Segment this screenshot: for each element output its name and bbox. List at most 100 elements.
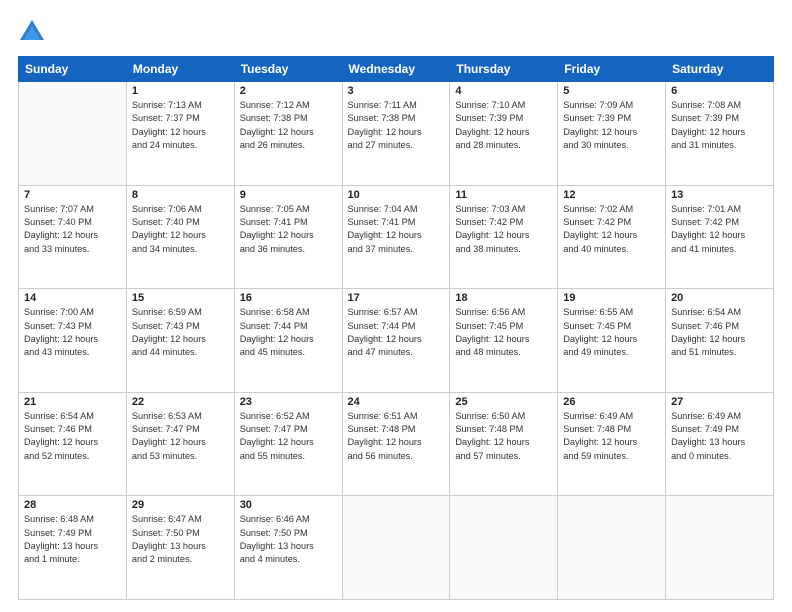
calendar-week-row: 21Sunrise: 6:54 AMSunset: 7:46 PMDayligh… <box>19 392 774 496</box>
page: SundayMondayTuesdayWednesdayThursdayFrid… <box>0 0 792 612</box>
calendar-cell: 3 Sunrise: 7:11 AMSunset: 7:38 PMDaylight… <box>342 82 450 186</box>
calendar-cell: 10 Sunrise: 7:04 AMSunset: 7:41 PMDayligh… <box>342 185 450 289</box>
day-info: Sunrise: 6:53 AMSunset: 7:47 PMDaylight:… <box>132 410 229 463</box>
calendar-cell: 9 Sunrise: 7:05 AMSunset: 7:41 PMDaylight… <box>234 185 342 289</box>
calendar-cell: 14Sunrise: 7:00 AMSunset: 7:43 PMDayligh… <box>19 289 127 393</box>
day-number: 15 <box>132 292 229 304</box>
day-info: Sunrise: 6:49 AMSunset: 7:49 PMDaylight:… <box>671 410 768 463</box>
calendar-week-row: 28 Sunrise: 6:48 AMSunset: 7:49 PMDayligh… <box>19 496 774 600</box>
day-number: 16 <box>240 292 337 304</box>
calendar-cell <box>450 496 558 600</box>
day-info: Sunrise: 7:05 AMSunset: 7:41 PMDaylight:… <box>240 203 337 256</box>
day-info: Sunrise: 7:08 AMSunset: 7:39 PMDaylight:… <box>671 99 768 152</box>
day-number: 28 <box>24 499 121 511</box>
day-info: Sunrise: 6:49 AMSunset: 7:48 PMDaylight:… <box>563 410 660 463</box>
day-number: 24 <box>348 396 445 408</box>
day-number: 13 <box>671 189 768 201</box>
calendar-cell: 11Sunrise: 7:03 AMSunset: 7:42 PMDayligh… <box>450 185 558 289</box>
day-number: 22 <box>132 396 229 408</box>
day-info: Sunrise: 6:47 AMSunset: 7:50 PMDaylight:… <box>132 513 229 566</box>
day-number: 25 <box>455 396 552 408</box>
calendar-cell <box>342 496 450 600</box>
calendar-cell: 29 Sunrise: 6:47 AMSunset: 7:50 PMDayligh… <box>126 496 234 600</box>
calendar-cell: 18Sunrise: 6:56 AMSunset: 7:45 PMDayligh… <box>450 289 558 393</box>
day-number: 18 <box>455 292 552 304</box>
header <box>18 18 774 46</box>
calendar-cell: 13 Sunrise: 7:01 AMSunset: 7:42 PMDayligh… <box>666 185 774 289</box>
day-info: Sunrise: 7:01 AMSunset: 7:42 PMDaylight:… <box>671 203 768 256</box>
day-number: 23 <box>240 396 337 408</box>
day-info: Sunrise: 7:12 AMSunset: 7:38 PMDaylight:… <box>240 99 337 152</box>
calendar-cell <box>19 82 127 186</box>
weekday-header-monday: Monday <box>126 57 234 82</box>
day-number: 12 <box>563 189 660 201</box>
calendar-cell: 22 Sunrise: 6:53 AMSunset: 7:47 PMDayligh… <box>126 392 234 496</box>
calendar-cell: 19Sunrise: 6:55 AMSunset: 7:45 PMDayligh… <box>558 289 666 393</box>
calendar-cell: 26 Sunrise: 6:49 AMSunset: 7:48 PMDayligh… <box>558 392 666 496</box>
logo-icon <box>18 18 46 46</box>
day-info: Sunrise: 6:48 AMSunset: 7:49 PMDaylight:… <box>24 513 121 566</box>
day-number: 14 <box>24 292 121 304</box>
weekday-header-tuesday: Tuesday <box>234 57 342 82</box>
day-number: 30 <box>240 499 337 511</box>
day-number: 3 <box>348 85 445 97</box>
day-number: 9 <box>240 189 337 201</box>
calendar-cell: 23 Sunrise: 6:52 AMSunset: 7:47 PMDayligh… <box>234 392 342 496</box>
day-number: 26 <box>563 396 660 408</box>
day-number: 4 <box>455 85 552 97</box>
day-info: Sunrise: 6:54 AMSunset: 7:46 PMDaylight:… <box>671 306 768 359</box>
calendar-cell <box>666 496 774 600</box>
day-number: 8 <box>132 189 229 201</box>
calendar-cell: 25Sunrise: 6:50 AMSunset: 7:48 PMDayligh… <box>450 392 558 496</box>
weekday-header-saturday: Saturday <box>666 57 774 82</box>
calendar-cell: 12 Sunrise: 7:02 AMSunset: 7:42 PMDayligh… <box>558 185 666 289</box>
day-info: Sunrise: 7:09 AMSunset: 7:39 PMDaylight:… <box>563 99 660 152</box>
calendar-cell: 16 Sunrise: 6:58 AMSunset: 7:44 PMDayligh… <box>234 289 342 393</box>
calendar-cell: 24 Sunrise: 6:51 AMSunset: 7:48 PMDayligh… <box>342 392 450 496</box>
calendar-cell: 21Sunrise: 6:54 AMSunset: 7:46 PMDayligh… <box>19 392 127 496</box>
day-number: 29 <box>132 499 229 511</box>
day-number: 17 <box>348 292 445 304</box>
day-number: 27 <box>671 396 768 408</box>
calendar-cell: 5 Sunrise: 7:09 AMSunset: 7:39 PMDaylight… <box>558 82 666 186</box>
calendar-cell: 4Sunrise: 7:10 AMSunset: 7:39 PMDaylight… <box>450 82 558 186</box>
day-info: Sunrise: 7:11 AMSunset: 7:38 PMDaylight:… <box>348 99 445 152</box>
day-number: 7 <box>24 189 121 201</box>
calendar-cell <box>558 496 666 600</box>
calendar-cell: 2Sunrise: 7:12 AMSunset: 7:38 PMDaylight… <box>234 82 342 186</box>
calendar-cell: 15 Sunrise: 6:59 AMSunset: 7:43 PMDayligh… <box>126 289 234 393</box>
day-info: Sunrise: 6:58 AMSunset: 7:44 PMDaylight:… <box>240 306 337 359</box>
day-info: Sunrise: 7:02 AMSunset: 7:42 PMDaylight:… <box>563 203 660 256</box>
day-number: 5 <box>563 85 660 97</box>
calendar-week-row: 14Sunrise: 7:00 AMSunset: 7:43 PMDayligh… <box>19 289 774 393</box>
day-info: Sunrise: 6:52 AMSunset: 7:47 PMDaylight:… <box>240 410 337 463</box>
day-info: Sunrise: 7:07 AMSunset: 7:40 PMDaylight:… <box>24 203 121 256</box>
day-info: Sunrise: 6:51 AMSunset: 7:48 PMDaylight:… <box>348 410 445 463</box>
day-info: Sunrise: 7:06 AMSunset: 7:40 PMDaylight:… <box>132 203 229 256</box>
weekday-header-thursday: Thursday <box>450 57 558 82</box>
day-info: Sunrise: 7:04 AMSunset: 7:41 PMDaylight:… <box>348 203 445 256</box>
calendar-table: SundayMondayTuesdayWednesdayThursdayFrid… <box>18 56 774 600</box>
calendar-cell: 7 Sunrise: 7:07 AMSunset: 7:40 PMDaylight… <box>19 185 127 289</box>
day-number: 11 <box>455 189 552 201</box>
calendar-week-row: 7 Sunrise: 7:07 AMSunset: 7:40 PMDaylight… <box>19 185 774 289</box>
calendar-cell: 17 Sunrise: 6:57 AMSunset: 7:44 PMDayligh… <box>342 289 450 393</box>
calendar-week-row: 1 Sunrise: 7:13 AMSunset: 7:37 PMDaylight… <box>19 82 774 186</box>
calendar-cell: 30 Sunrise: 6:46 AMSunset: 7:50 PMDayligh… <box>234 496 342 600</box>
day-info: Sunrise: 6:46 AMSunset: 7:50 PMDaylight:… <box>240 513 337 566</box>
day-info: Sunrise: 6:57 AMSunset: 7:44 PMDaylight:… <box>348 306 445 359</box>
day-info: Sunrise: 6:59 AMSunset: 7:43 PMDaylight:… <box>132 306 229 359</box>
day-number: 10 <box>348 189 445 201</box>
day-info: Sunrise: 7:13 AMSunset: 7:37 PMDaylight:… <box>132 99 229 152</box>
weekday-header-wednesday: Wednesday <box>342 57 450 82</box>
weekday-header-friday: Friday <box>558 57 666 82</box>
calendar-cell: 1 Sunrise: 7:13 AMSunset: 7:37 PMDaylight… <box>126 82 234 186</box>
calendar-cell: 27 Sunrise: 6:49 AMSunset: 7:49 PMDayligh… <box>666 392 774 496</box>
calendar-cell: 6Sunrise: 7:08 AMSunset: 7:39 PMDaylight… <box>666 82 774 186</box>
day-number: 19 <box>563 292 660 304</box>
day-number: 1 <box>132 85 229 97</box>
calendar-cell: 8 Sunrise: 7:06 AMSunset: 7:40 PMDaylight… <box>126 185 234 289</box>
weekday-header-row: SundayMondayTuesdayWednesdayThursdayFrid… <box>19 57 774 82</box>
logo <box>18 18 50 46</box>
weekday-header-sunday: Sunday <box>19 57 127 82</box>
